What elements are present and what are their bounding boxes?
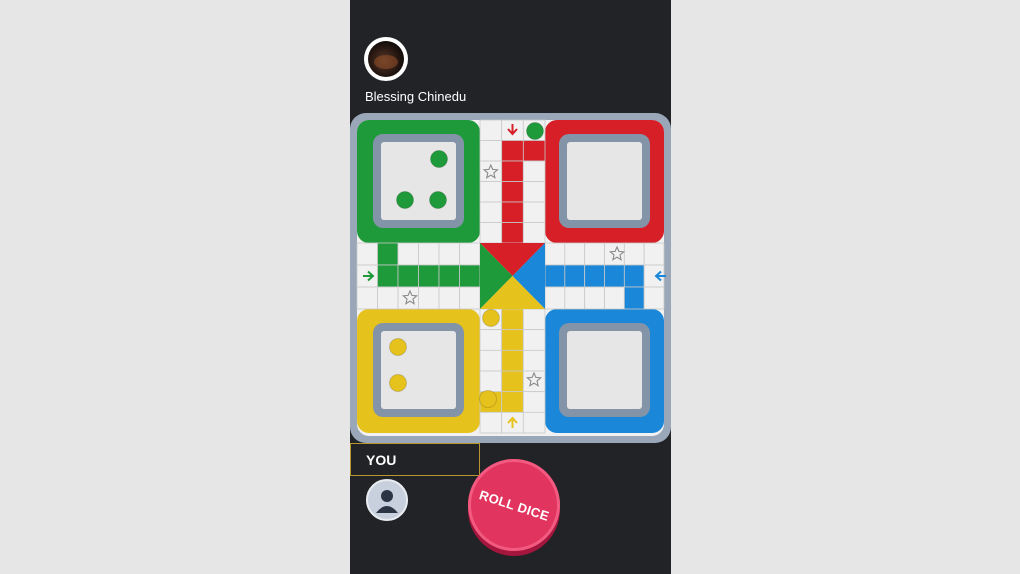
track-cell (501, 329, 524, 351)
track-cell (501, 222, 524, 244)
track-cell (522, 349, 546, 372)
track-cell (418, 286, 440, 310)
track-cell (356, 242, 378, 266)
player-label-box: YOU (350, 443, 480, 476)
track-cell (584, 286, 605, 310)
track-cell (501, 370, 524, 393)
track-cell (479, 201, 503, 223)
track-cell (564, 286, 586, 310)
roll-dice-label: ROLL DICE (477, 486, 551, 524)
track-cell (564, 242, 586, 266)
ludo-board (350, 113, 671, 443)
track-cell (459, 286, 481, 310)
track-cell (377, 264, 399, 288)
track-cell (479, 222, 503, 244)
green-home-yard (357, 120, 480, 243)
track-cell (544, 242, 566, 266)
track-cell (501, 160, 524, 182)
green-token[interactable] (526, 122, 544, 140)
track-cell (522, 308, 546, 331)
track-cell (479, 140, 503, 162)
roll-dice-button[interactable]: ROLL DICE (468, 459, 560, 551)
yellow-token[interactable] (389, 338, 407, 356)
track-cell (418, 242, 440, 266)
track-cell (479, 370, 503, 393)
track-cell (459, 264, 481, 288)
green-token[interactable] (396, 191, 414, 209)
blue-home-yard (545, 309, 664, 433)
track-cell (479, 181, 503, 203)
player-avatar[interactable] (366, 479, 408, 521)
track-cell (623, 264, 645, 288)
track-cell (522, 160, 546, 182)
track-cell (479, 349, 503, 372)
opponent-name: Blessing Chinedu (365, 89, 467, 104)
track-cell (522, 391, 546, 413)
track-cell (604, 286, 625, 310)
track-cell (643, 286, 665, 310)
profile-photo-icon (368, 41, 404, 77)
track-cell (544, 264, 566, 288)
yellow-token[interactable] (482, 309, 500, 327)
track-cell (544, 286, 566, 310)
player-label: YOU (366, 452, 397, 468)
track-cell (397, 286, 419, 310)
opponent-avatar[interactable] (364, 37, 408, 81)
center-home (480, 243, 545, 309)
track-cell (479, 119, 503, 141)
game-screen: Blessing Chinedu YOU ROLL DICE (350, 0, 671, 574)
yellow-token[interactable] (389, 374, 407, 392)
track-cell (356, 286, 378, 310)
track-cell (623, 242, 645, 266)
track-cell (397, 242, 419, 266)
track-cell (522, 411, 546, 434)
yellow-home-yard (357, 309, 480, 433)
track-cell (501, 308, 524, 331)
track-cell (584, 242, 605, 266)
track-cell (438, 242, 460, 266)
track-cell (501, 181, 524, 203)
track-cell (501, 201, 524, 223)
track-cell (438, 286, 460, 310)
track-cell (438, 264, 460, 288)
track-cell (397, 264, 419, 288)
track-cell (643, 242, 665, 266)
default-user-icon (376, 490, 398, 513)
track-cell (522, 222, 546, 244)
yellow-token[interactable] (479, 390, 497, 408)
green-token[interactable] (430, 150, 448, 168)
track-cell (564, 264, 586, 288)
green-token[interactable] (429, 191, 447, 209)
track-cell (479, 411, 503, 434)
track-cell (418, 264, 440, 288)
track-cell (479, 329, 503, 351)
track-cell (377, 242, 399, 266)
track-cell (459, 242, 481, 266)
red-home-yard (545, 120, 664, 243)
track-cell (377, 286, 399, 310)
track-cell (522, 201, 546, 223)
track-cell (501, 140, 524, 162)
track-cell (522, 181, 546, 203)
track-cell (501, 349, 524, 372)
track-cell (522, 329, 546, 351)
track-cell (522, 140, 546, 162)
track-cell (501, 391, 524, 413)
track-cell (623, 286, 645, 310)
track-cell (584, 264, 605, 288)
track-cell (604, 264, 625, 288)
